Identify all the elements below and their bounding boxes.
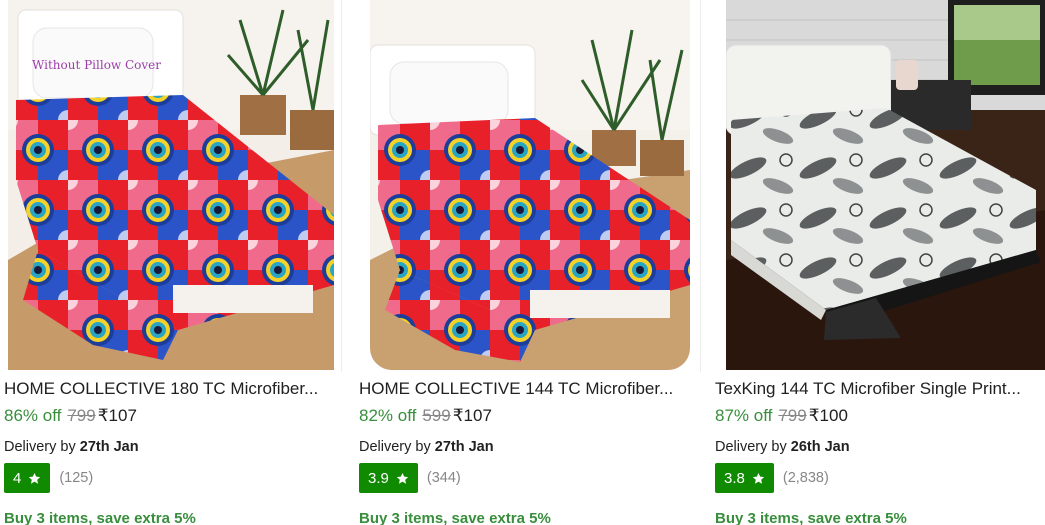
product-image[interactable] [726,0,1045,370]
rating-badge: 3.8 [715,463,774,493]
card-divider [341,0,342,372]
rating-count: (2,838) [782,470,829,486]
rating-row: 3.8 (2,838) [715,463,829,493]
rating-count: (125) [59,470,94,486]
product-image[interactable] [370,0,690,370]
image-overlay-text: Without Pillow Cover [32,58,162,72]
bundle-offer: Buy 3 items, save extra 5% [715,510,907,525]
product-grid: Without Pillow Cover HOME COLLECTIVE 180… [0,0,1045,525]
delivery-prefix: Delivery by [359,439,431,455]
product-title[interactable]: HOME COLLECTIVE 144 TC Microfiber... [359,378,695,400]
selling-price: ₹100 [808,406,848,425]
bundle-offer: Buy 3 items, save extra 5% [359,510,551,525]
price-row: 86% off 799 ₹107 [4,405,137,427]
product-card[interactable]: HOME COLLECTIVE 144 TC Microfiber... 82%… [359,0,699,525]
star-icon [752,472,765,484]
delivery-prefix: Delivery by [715,439,787,455]
original-price: 799 [778,406,807,425]
delivery-info: Delivery by 27th Jan [359,437,494,457]
delivery-info: Delivery by 26th Jan [715,437,850,457]
delivery-info: Delivery by 27th Jan [4,437,139,457]
rating-badge: 4 [4,463,51,493]
discount-label: 82% off [359,406,417,425]
discount-label: 86% off [4,406,62,425]
selling-price: ₹107 [452,406,492,425]
rating-badge: 3.9 [359,463,418,493]
original-price: 799 [67,406,96,425]
rating-row: 3.9 (344) [359,463,461,493]
star-icon [29,472,41,484]
rating-value: 4 [13,469,22,487]
product-title[interactable]: HOME COLLECTIVE 180 TC Microfiber... [4,378,340,400]
delivery-date: 27th Jan [434,439,494,455]
card-divider [700,0,701,372]
original-price: 599 [422,406,451,425]
discount-label: 87% off [715,406,773,425]
product-card[interactable]: TexKing 144 TC Microfiber Single Print..… [715,0,1045,525]
product-card[interactable]: Without Pillow Cover HOME COLLECTIVE 180… [4,0,344,525]
rating-value: 3.8 [724,469,745,487]
bundle-offer: Buy 3 items, save extra 5% [4,510,196,525]
delivery-date: 26th Jan [790,439,850,455]
product-title[interactable]: TexKing 144 TC Microfiber Single Print..… [715,378,1045,400]
rating-value: 3.9 [368,469,389,487]
delivery-date: 27th Jan [79,439,139,455]
product-image[interactable]: Without Pillow Cover [8,0,334,370]
price-row: 87% off 799 ₹100 [715,405,848,427]
selling-price: ₹107 [97,406,137,425]
star-icon [396,472,409,484]
price-row: 82% off 599 ₹107 [359,405,492,427]
rating-row: 4 (125) [4,463,93,493]
rating-count: (344) [426,470,461,486]
delivery-prefix: Delivery by [4,439,76,455]
